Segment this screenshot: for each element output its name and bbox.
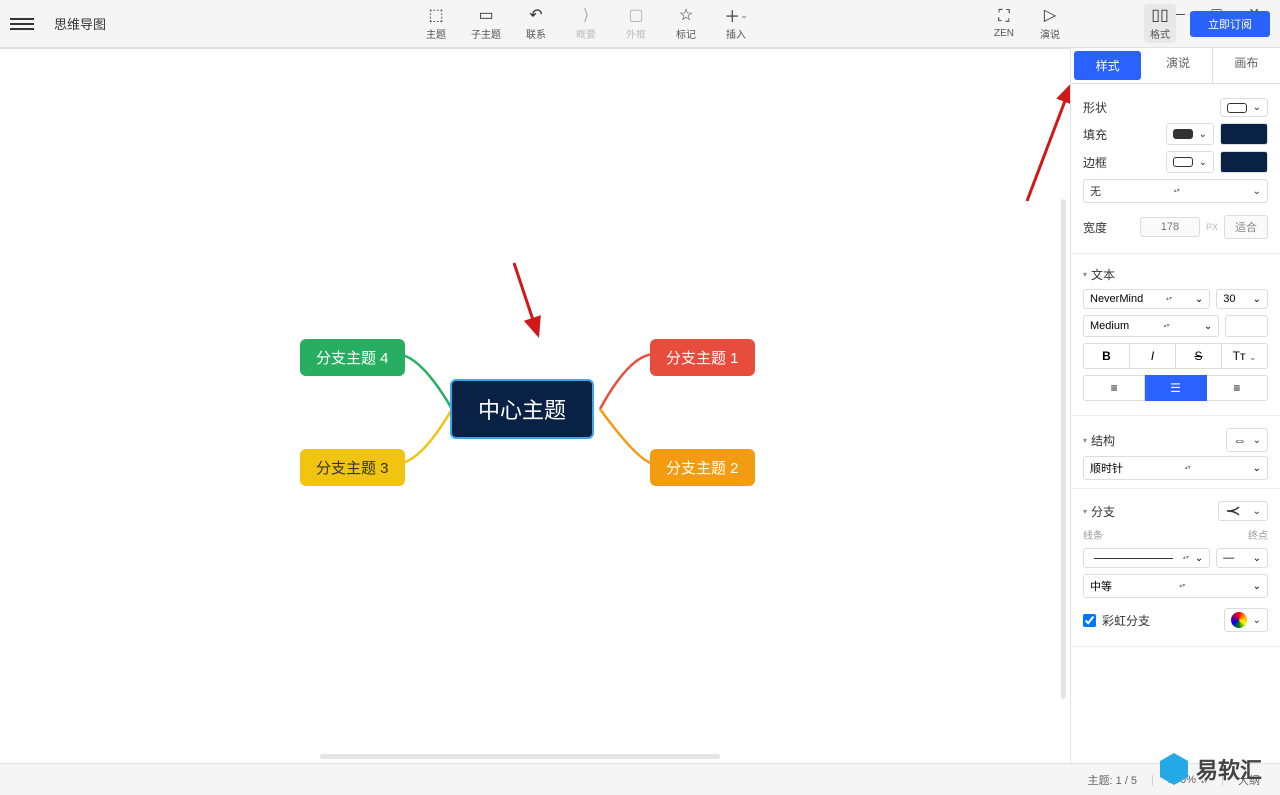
summary-button: ⟩概要 [570, 6, 602, 41]
relation-button[interactable]: ↶联系 [520, 6, 552, 41]
thickness-dropdown[interactable]: 中等▴▾ [1083, 574, 1268, 598]
text-section-label: 文本 [1091, 266, 1268, 283]
rounded-rect-icon [1227, 103, 1247, 113]
branch-label: 分支 [1091, 503, 1218, 520]
center-node[interactable]: 中心主题 [450, 379, 594, 439]
toolbar: ⬚主题 ▭子主题 ↶联系 ⟩概要 ▢外框 ☆标记 ＋⌄插入 [420, 6, 752, 41]
structure-icon: ⇔ [1233, 432, 1247, 448]
topic-count-label: 主题: 1 / 5 [1088, 772, 1138, 788]
footer: 主题: 1 / 5 | 100% ▴▾ | 大纲 [0, 763, 1280, 795]
topic-button[interactable]: ⬚主题 [420, 6, 452, 41]
watermark: 易软汇 [1160, 753, 1262, 785]
width-label: 宽度 [1083, 219, 1107, 236]
boundary-button: ▢外框 [620, 6, 652, 41]
border-color-swatch[interactable] [1220, 151, 1268, 173]
strike-button[interactable]: S [1176, 343, 1222, 369]
fill-style-dropdown[interactable] [1166, 123, 1214, 145]
horizontal-scrollbar[interactable] [320, 754, 720, 759]
border-style-dropdown[interactable] [1166, 151, 1214, 173]
tab-present[interactable]: 演说 [1144, 48, 1211, 83]
insert-button[interactable]: ＋⌄插入 [720, 6, 752, 41]
panel-tabs: 样式 演说 画布 [1071, 48, 1280, 84]
width-input[interactable] [1140, 217, 1200, 237]
tab-canvas[interactable]: 画布 [1212, 48, 1280, 83]
font-size-dropdown[interactable]: 30 [1216, 289, 1268, 309]
rainbow-icon [1231, 612, 1247, 628]
border-width-dropdown[interactable]: 无▴▾ [1083, 179, 1268, 203]
play-icon: ▷ [1044, 6, 1056, 24]
vertical-scrollbar[interactable] [1061, 199, 1066, 699]
logo-icon [1160, 753, 1188, 785]
boundary-icon: ▢ [628, 6, 643, 24]
align-center-button[interactable]: ☰ [1145, 375, 1206, 401]
rainbow-color-dropdown[interactable] [1224, 608, 1268, 632]
align-left-button[interactable]: ≡ [1083, 375, 1145, 401]
branch-node-2[interactable]: 分支主题 2 [650, 449, 755, 486]
endpoint-dropdown[interactable]: — [1216, 548, 1268, 568]
font-color-swatch[interactable] [1225, 315, 1268, 337]
mindmap: 中心主题 分支主题 1 分支主题 2 分支主题 3 分支主题 4 [0, 49, 1070, 763]
rainbow-checkbox-row[interactable]: 彩虹分支 [1083, 612, 1150, 629]
line-style-dropdown[interactable]: ▴▾ [1083, 548, 1210, 568]
relation-icon: ↶ [529, 6, 542, 24]
zen-button[interactable]: ⛶ZEN [988, 8, 1020, 39]
bold-button[interactable]: B [1083, 343, 1130, 369]
star-icon: ☆ [679, 6, 693, 24]
format-button[interactable]: ▯▯格式 [1144, 4, 1176, 43]
branch-node-1[interactable]: 分支主题 1 [650, 339, 755, 376]
textcase-button[interactable]: Tᴛ ⌄ [1222, 343, 1268, 369]
structure-icon-dropdown[interactable]: ⇔ [1226, 428, 1268, 452]
font-weight-dropdown[interactable]: Medium▴▾ [1083, 315, 1219, 337]
branch-icon [1225, 505, 1247, 517]
format-icon: ▯▯ [1151, 6, 1169, 24]
summary-icon: ⟩ [583, 6, 589, 24]
solid-fill-icon [1173, 129, 1193, 139]
menu-icon[interactable] [10, 12, 34, 36]
branch-node-4[interactable]: 分支主题 4 [300, 339, 405, 376]
text-section: 文本 NeverMind▴▾ 30 Medium▴▾ B I S Tᴛ ⌄ ≡ … [1071, 254, 1280, 416]
italic-button[interactable]: I [1130, 343, 1176, 369]
logo-text: 易软汇 [1196, 753, 1262, 785]
font-family-dropdown[interactable]: NeverMind▴▾ [1083, 289, 1210, 309]
subtopic-icon: ▭ [478, 6, 493, 24]
branch-style-dropdown[interactable] [1218, 501, 1268, 521]
app-title: 思维导图 [54, 14, 106, 33]
align-right-button[interactable]: ≡ [1207, 375, 1268, 401]
right-panel: 样式 演说 画布 形状 填充 边框 无▴▾ 宽度 [1070, 48, 1280, 763]
subtopic-button[interactable]: ▭子主题 [470, 6, 502, 41]
zen-icon: ⛶ [998, 8, 1009, 26]
fill-color-swatch[interactable] [1220, 123, 1268, 145]
border-icon [1173, 157, 1193, 167]
header: 思维导图 ⬚主题 ▭子主题 ↶联系 ⟩概要 ▢外框 ☆标记 ＋⌄插入 ⛶ZEN … [0, 0, 1280, 48]
rainbow-checkbox[interactable] [1083, 614, 1096, 627]
text-style-group: B I S Tᴛ ⌄ [1083, 343, 1268, 369]
marker-button[interactable]: ☆标记 [670, 6, 702, 41]
shape-dropdown[interactable] [1220, 98, 1268, 117]
tab-style[interactable]: 样式 [1074, 51, 1141, 80]
topic-icon: ⬚ [428, 6, 443, 24]
shape-section: 形状 填充 边框 无▴▾ 宽度 PX 适合 [1071, 84, 1280, 254]
fit-button[interactable]: 适合 [1224, 215, 1268, 239]
plus-icon: ＋⌄ [724, 6, 748, 24]
fill-label: 填充 [1083, 126, 1107, 143]
text-align-group: ≡ ☰ ≡ [1083, 375, 1268, 401]
structure-section: 结构 ⇔ 顺时针▴▾ [1071, 416, 1280, 489]
structure-label: 结构 [1091, 432, 1226, 449]
subscribe-button[interactable]: 立即订阅 [1190, 11, 1270, 37]
present-button[interactable]: ▷演说 [1034, 6, 1066, 41]
shape-label: 形状 [1083, 99, 1107, 116]
branch-section: 分支 线条 终点 ▴▾ — 中等▴▾ 彩虹分支 [1071, 489, 1280, 647]
branch-node-3[interactable]: 分支主题 3 [300, 449, 405, 486]
border-label: 边框 [1083, 154, 1107, 171]
structure-dropdown[interactable]: 顺时针▴▾ [1083, 456, 1268, 480]
endpoint-label: 终点 [1248, 527, 1268, 542]
canvas[interactable]: 中心主题 分支主题 1 分支主题 2 分支主题 3 分支主题 4 [0, 48, 1070, 763]
line-label: 线条 [1083, 527, 1103, 542]
